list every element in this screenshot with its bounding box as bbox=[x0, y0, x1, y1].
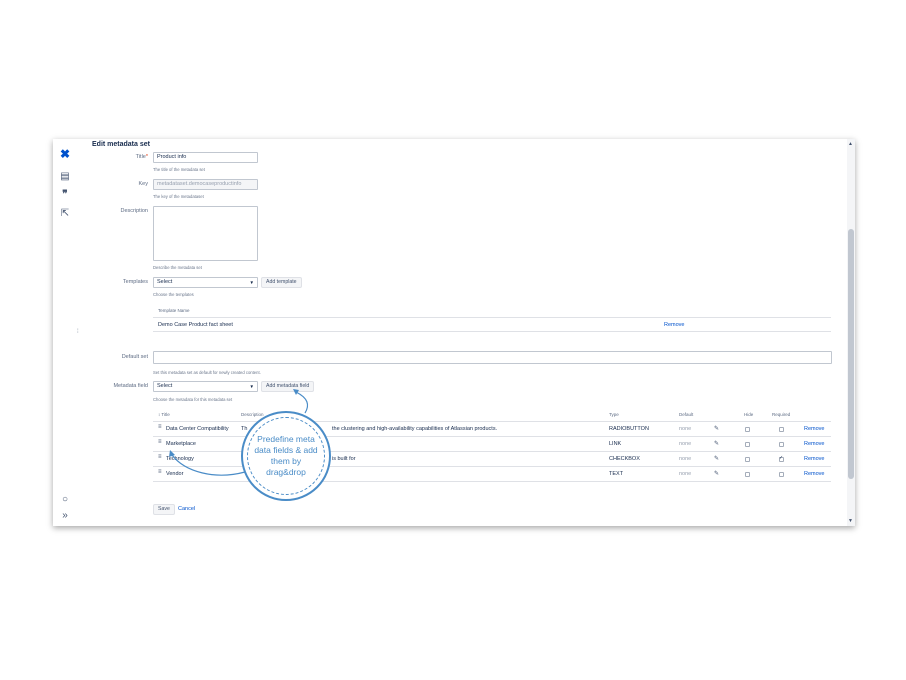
arrowhead-icon bbox=[293, 389, 299, 395]
callout-badge: Predefine meta data fields & add them by… bbox=[241, 411, 331, 501]
arrowhead-icon bbox=[169, 450, 175, 457]
arrow-to-add-field bbox=[295, 391, 309, 414]
callout-inner: Predefine meta data fields & add them by… bbox=[247, 417, 325, 495]
arrow-to-drag-handle bbox=[171, 454, 246, 476]
callout-arrows bbox=[169, 389, 309, 476]
callout-text: Predefine meta data fields & add them by… bbox=[254, 434, 318, 477]
